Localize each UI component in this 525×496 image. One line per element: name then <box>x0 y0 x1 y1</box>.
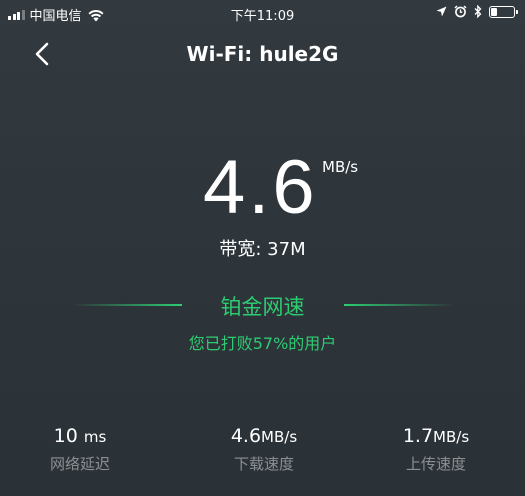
stat-ping: 10 ms 网络延迟 <box>0 425 160 474</box>
status-bar: 中国电信 下午11:09 <box>0 0 525 28</box>
stat-download: 4.6MB/s 下载速度 <box>184 425 344 474</box>
grade-label: 铂金网速 <box>220 295 305 319</box>
status-right <box>436 5 518 18</box>
alarm-icon <box>454 5 467 18</box>
bandwidth-label: 带宽: 37M <box>219 239 306 260</box>
speed-grade: 铂金网速 <box>0 289 525 321</box>
stat-ping-value: 10 ms <box>53 425 107 447</box>
stat-upload-unit: MB/s <box>433 428 470 446</box>
stat-download-unit: MB/s <box>261 428 298 446</box>
page-title: Wi-Fi: hule2G <box>186 42 339 66</box>
nav-bar: Wi-Fi: hule2G <box>0 28 525 82</box>
speed-unit: MB/s <box>322 158 359 176</box>
speed-display: 4.6 MB/s <box>0 148 525 228</box>
stat-download-value: 4.6MB/s <box>230 425 298 447</box>
stat-upload-label: 上传速度 <box>405 455 466 473</box>
stat-ping-unit: ms <box>83 428 107 446</box>
bluetooth-icon <box>474 5 482 18</box>
stat-download-label: 下载速度 <box>233 455 294 473</box>
grade-divider-right <box>344 304 454 306</box>
stat-ping-label: 网络延迟 <box>49 455 110 473</box>
location-arrow-icon <box>436 6 447 17</box>
stat-upload: 1.7MB/s 上传速度 <box>356 425 516 474</box>
battery-icon <box>489 5 518 18</box>
speed-value: 4.6 <box>203 145 318 230</box>
battery-level <box>491 7 498 16</box>
stat-upload-value: 1.7MB/s <box>402 425 470 447</box>
beat-percentage-text: 您已打败57%的用户 <box>188 334 337 353</box>
